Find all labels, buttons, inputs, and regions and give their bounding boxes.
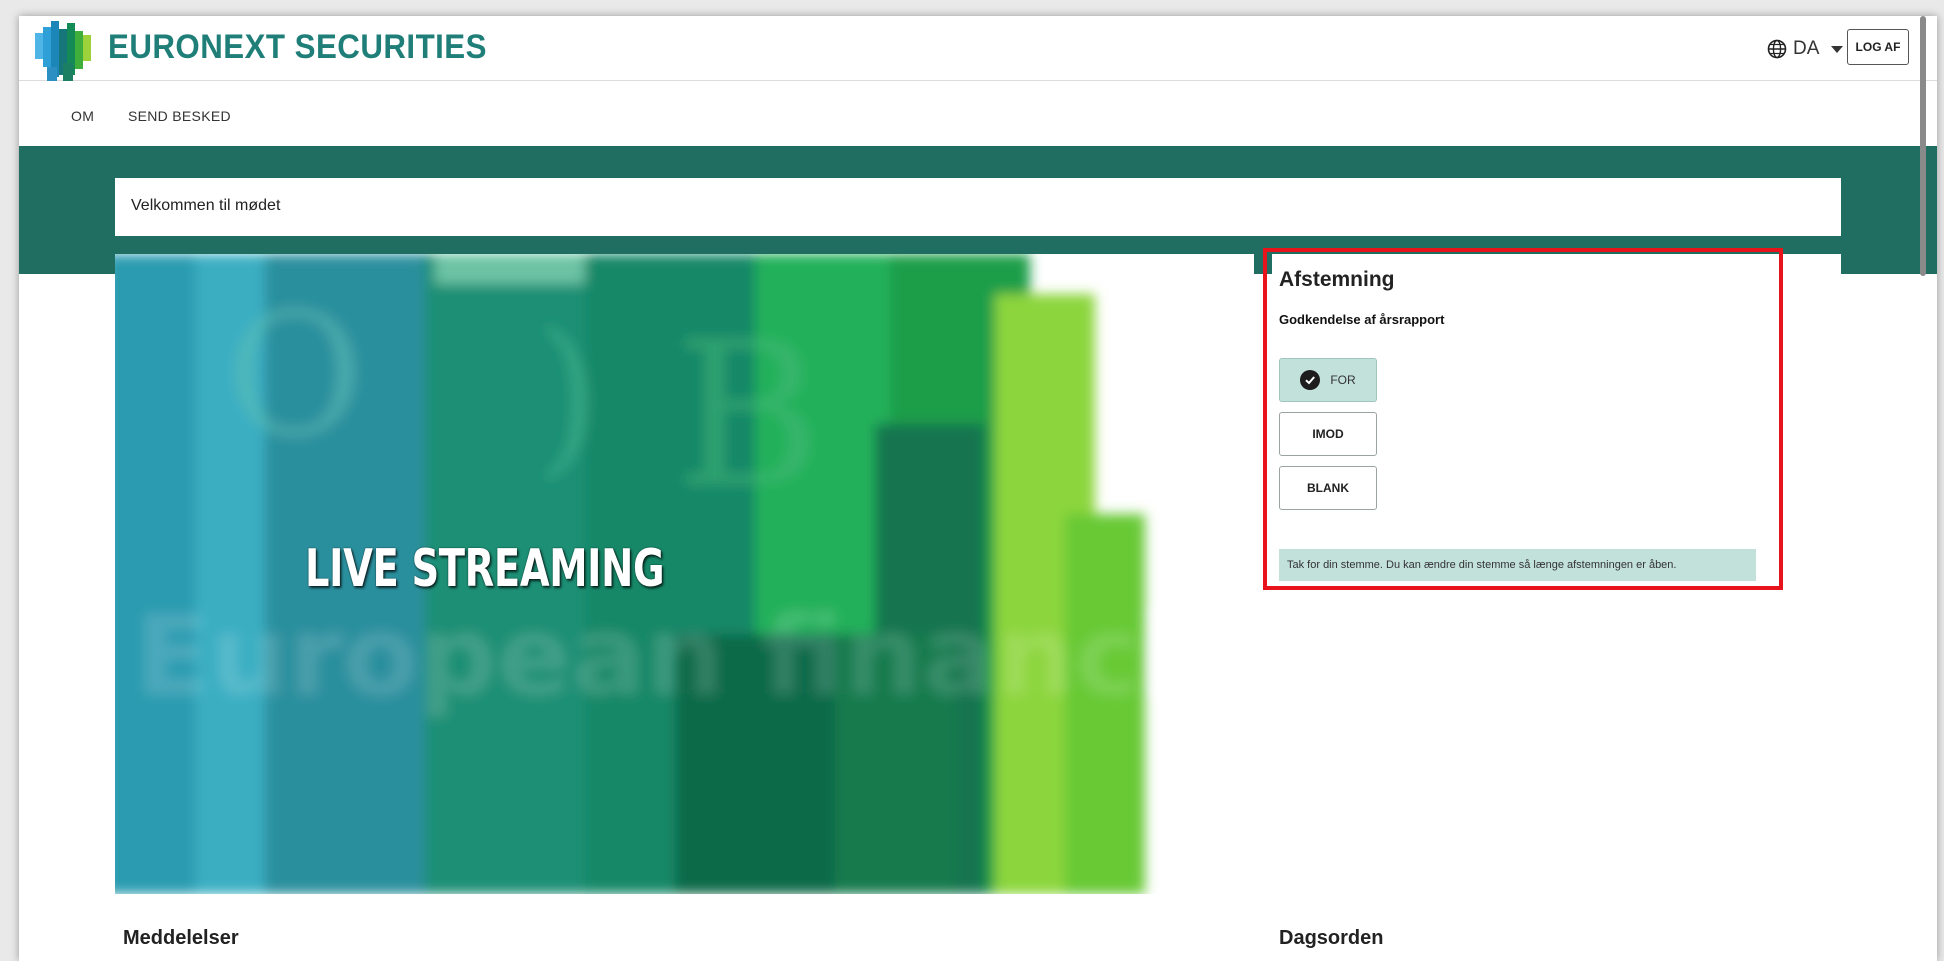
- voting-title: Afstemning: [1279, 268, 1395, 291]
- vote-for-label: FOR: [1330, 373, 1356, 387]
- globe-icon: [1767, 39, 1787, 59]
- svg-text:B: B: [675, 299, 822, 532]
- euronext-logo: [35, 21, 91, 81]
- vote-blank-label: BLANK: [1307, 481, 1349, 495]
- vote-confirmation: Tak for din stemme. Du kan ændre din ste…: [1279, 549, 1756, 581]
- svg-text:O: O: [225, 277, 364, 475]
- app-window: EURONEXT SECURITIES DA LOG AF OM SEND BE…: [19, 16, 1937, 961]
- vote-against-button[interactable]: IMOD: [1279, 412, 1377, 456]
- check-circle-icon: [1300, 370, 1321, 390]
- page-scrollbar[interactable]: [1920, 16, 1926, 276]
- vote-against-label: IMOD: [1312, 427, 1344, 441]
- nav-item-om[interactable]: OM: [71, 108, 94, 124]
- announcements-panel: Meddelelser: [115, 913, 1254, 961]
- vote-blank-button[interactable]: BLANK: [1279, 466, 1377, 510]
- vote-for-button[interactable]: FOR: [1279, 358, 1377, 402]
- main-nav: OM SEND BESKED: [19, 81, 1937, 144]
- agenda-title: Dagsorden: [1279, 927, 1384, 949]
- voting-question: Godkendelse af årsrapport: [1279, 312, 1445, 327]
- welcome-banner: Velkommen til mødet: [115, 178, 1841, 236]
- chevron-down-icon: [1831, 45, 1844, 53]
- voting-panel: Afstemning Godkendelse af årsrapport FOR…: [1272, 254, 1841, 894]
- stream-thumbnail: O ) B European financing: [115, 254, 1254, 894]
- language-selector[interactable]: DA: [1767, 38, 1844, 60]
- announcements-title: Meddelelser: [123, 927, 239, 949]
- live-stream-player[interactable]: O ) B European financing LIVE STREAMING: [115, 254, 1254, 894]
- logout-button[interactable]: LOG AF: [1847, 29, 1909, 65]
- top-bar: EURONEXT SECURITIES DA LOG AF: [19, 16, 1937, 81]
- nav-item-send-besked[interactable]: SEND BESKED: [128, 108, 231, 124]
- brand-name: EURONEXT SECURITIES: [108, 28, 487, 66]
- svg-text:): ): [535, 297, 601, 495]
- welcome-text: Velkommen til mødet: [131, 197, 281, 214]
- agenda-panel: Dagsorden: [1272, 913, 1841, 961]
- stream-title: LIVE STREAMING: [305, 539, 665, 599]
- language-code: DA: [1793, 38, 1820, 59]
